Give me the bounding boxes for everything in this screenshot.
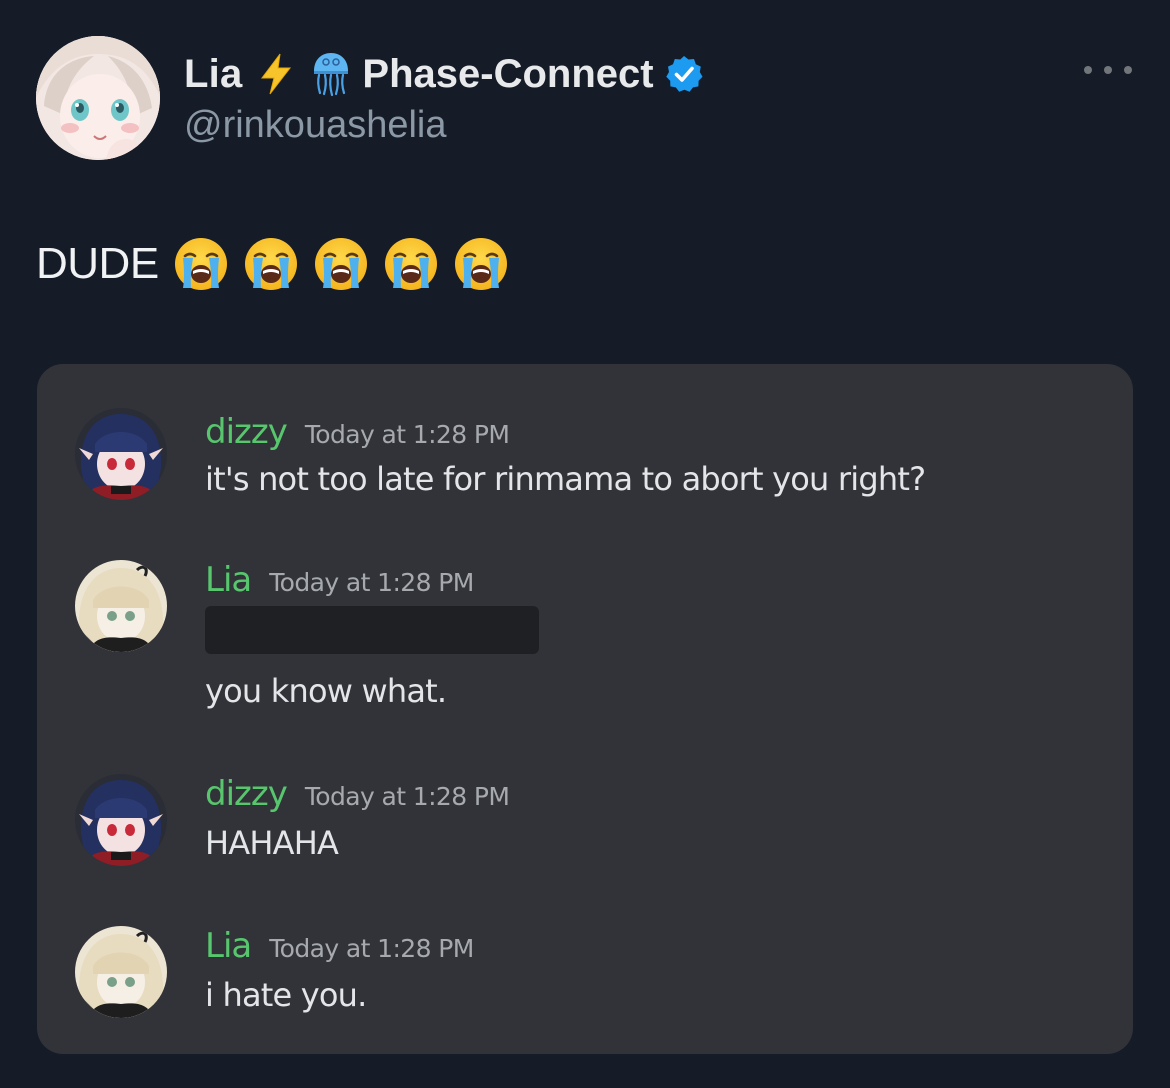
more-dot — [1124, 66, 1132, 74]
message-author: dizzy — [205, 774, 288, 814]
org-name: Phase-Connect — [362, 51, 654, 96]
chat-message: dizzy Today at 1:28 PM it's not too late… — [37, 408, 1133, 508]
message-timestamp: Today at 1:28 PM — [304, 420, 510, 449]
dizzy-avatar — [75, 774, 167, 866]
chat-message: Lia Today at 1:28 PM i hate you. — [37, 926, 1133, 1026]
message-header: dizzy Today at 1:28 PM — [205, 774, 510, 814]
verified-badge-icon — [664, 54, 704, 94]
jellyfish-icon — [310, 51, 352, 97]
message-header: Lia Today at 1:28 PM — [205, 926, 474, 966]
message-timestamp: Today at 1:28 PM — [269, 934, 474, 963]
tweet-text-content: DUDE — [36, 239, 159, 288]
tweet-media-image[interactable]: dizzy Today at 1:28 PM it's not too late… — [37, 364, 1133, 1054]
loudly-crying-face-icon — [453, 236, 509, 292]
more-options-button[interactable] — [1084, 58, 1132, 82]
message-author: Lia — [205, 560, 252, 600]
message-content: it's not too late for rinmama to abort y… — [205, 460, 926, 498]
message-author: dizzy — [205, 412, 288, 452]
loudly-crying-face-icon — [243, 236, 299, 292]
message-header: dizzy Today at 1:28 PM — [205, 412, 510, 452]
display-name[interactable]: Lia — [184, 52, 242, 97]
message-content: HAHAHA — [205, 824, 339, 862]
message-content: i hate you. — [205, 976, 367, 1014]
message-timestamp: Today at 1:28 PM — [269, 568, 474, 597]
dizzy-avatar — [75, 408, 167, 500]
chat-message: Lia Today at 1:28 PM you know what. — [37, 560, 1133, 710]
chat-message: dizzy Today at 1:28 PM HAHAHA — [37, 774, 1133, 874]
message-author: Lia — [205, 926, 252, 966]
name-row: Lia Phase-Connect — [184, 50, 704, 98]
message-timestamp: Today at 1:28 PM — [304, 782, 510, 811]
lia-avatar — [75, 560, 167, 652]
tweet-header: Lia Phase-Connect @rinkouashelia — [36, 36, 1136, 162]
message-content: you know what. — [205, 672, 447, 710]
redacted-message-bar — [205, 606, 539, 654]
loudly-crying-face-icon — [383, 236, 439, 292]
lia-avatar — [75, 926, 167, 1018]
more-dot — [1084, 66, 1092, 74]
more-dot — [1104, 66, 1112, 74]
loudly-crying-face-icon — [173, 236, 229, 292]
tweet-text: DUDE — [36, 236, 509, 292]
lightning-icon — [256, 52, 296, 96]
message-header: Lia Today at 1:28 PM — [205, 560, 474, 600]
handle[interactable]: @rinkouashelia — [184, 104, 447, 147]
loudly-crying-face-icon — [313, 236, 369, 292]
author-avatar[interactable] — [36, 36, 160, 160]
